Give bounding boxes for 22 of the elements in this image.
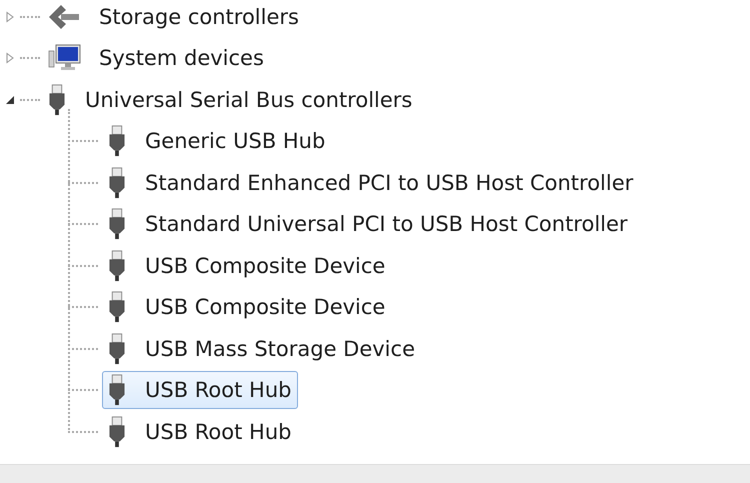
- usb-plug-icon: [47, 84, 67, 116]
- usb-plug-icon: [107, 125, 127, 158]
- tree-item[interactable]: USB Root Hub: [145, 420, 292, 444]
- usb-plug-icon: [107, 250, 127, 282]
- tree-item[interactable]: Standard Enhanced PCI to USB Host Controller: [145, 170, 634, 195]
- usb-plug-icon: [107, 166, 127, 199]
- usb-plug-icon: [107, 332, 127, 365]
- tree-item[interactable]: Generic USB Hub: [145, 129, 326, 154]
- tree-item[interactable]: System devices: [99, 46, 264, 70]
- expand-arrow-icon[interactable]: [4, 52, 16, 64]
- tree-item[interactable]: USB Composite Device: [145, 254, 386, 278]
- tree-item[interactable]: Storage controllers: [99, 4, 299, 29]
- collapse-arrow-icon[interactable]: [4, 94, 16, 106]
- tree-item[interactable]: Standard Universal PCI to USB Host Controller: [145, 212, 628, 236]
- usb-plug-icon: [107, 291, 127, 324]
- tree-item[interactable]: Universal Serial Bus controllers: [85, 88, 412, 112]
- usb-plug-icon: [107, 208, 127, 240]
- tree-item[interactable]: USB Mass Storage Device: [145, 336, 415, 361]
- expand-arrow-icon[interactable]: [4, 10, 16, 23]
- usb-plug-icon: [107, 374, 127, 406]
- tree-item[interactable]: USB Composite Device: [145, 295, 386, 320]
- usb-plug-icon: [107, 416, 127, 448]
